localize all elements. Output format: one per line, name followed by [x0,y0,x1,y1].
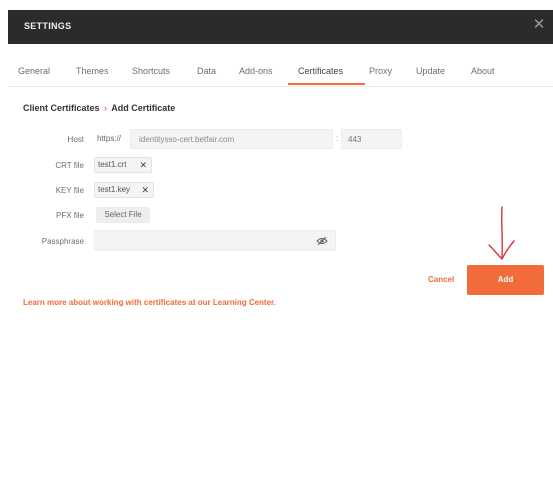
host-input[interactable] [130,129,333,149]
breadcrumb-current: Add Certificate [111,103,176,113]
crt-file-label: CRT file [55,161,84,170]
key-file-chip: test1.key ✕ [94,182,154,198]
tab-about[interactable]: About [471,66,495,76]
close-icon[interactable]: ✕ [141,183,149,197]
settings-tabs: General Themes Shortcuts Data Add-ons Ce… [8,58,553,87]
tab-themes[interactable]: Themes [76,66,109,76]
learn-more-link[interactable]: Learn more about working with certificat… [23,298,276,307]
passphrase-label: Passphrase [41,237,84,246]
tab-update[interactable]: Update [416,66,445,76]
tab-data[interactable]: Data [197,66,216,76]
tab-proxy[interactable]: Proxy [369,66,392,76]
pfx-file-label: PFX file [55,211,84,220]
add-button[interactable]: Add [467,265,544,295]
crt-file-chip: test1.crt ✕ [94,157,152,173]
breadcrumb-separator: › [104,103,108,113]
tab-certificates[interactable]: Certificates [298,66,343,76]
host-protocol: https:// [94,129,126,149]
select-file-button[interactable]: Select File [96,207,150,223]
hand-drawn-arrow-icon [488,206,515,260]
tab-add-ons[interactable]: Add-ons [239,66,273,76]
cancel-button[interactable]: Cancel [428,275,454,284]
key-file-name: test1.key [98,185,131,194]
port-separator: : [336,134,339,143]
active-tab-indicator [288,83,365,85]
close-icon[interactable]: ✕ [139,158,147,172]
settings-titlebar: SETTINGS ✕ [8,10,553,44]
port-input[interactable] [341,129,402,149]
breadcrumb-parent[interactable]: Client Certificates [23,103,100,113]
passphrase-input[interactable] [94,230,336,251]
eye-off-icon[interactable] [316,236,328,246]
tab-general[interactable]: General [18,66,50,76]
crt-file-name: test1.crt [98,160,127,169]
close-icon[interactable]: ✕ [531,17,547,33]
key-file-label: KEY file [55,186,84,195]
tab-shortcuts[interactable]: Shortcuts [132,66,170,76]
window-title: SETTINGS [24,21,72,31]
breadcrumb: Client Certificates › Add Certificate [23,103,175,113]
host-label: Host [67,135,84,144]
